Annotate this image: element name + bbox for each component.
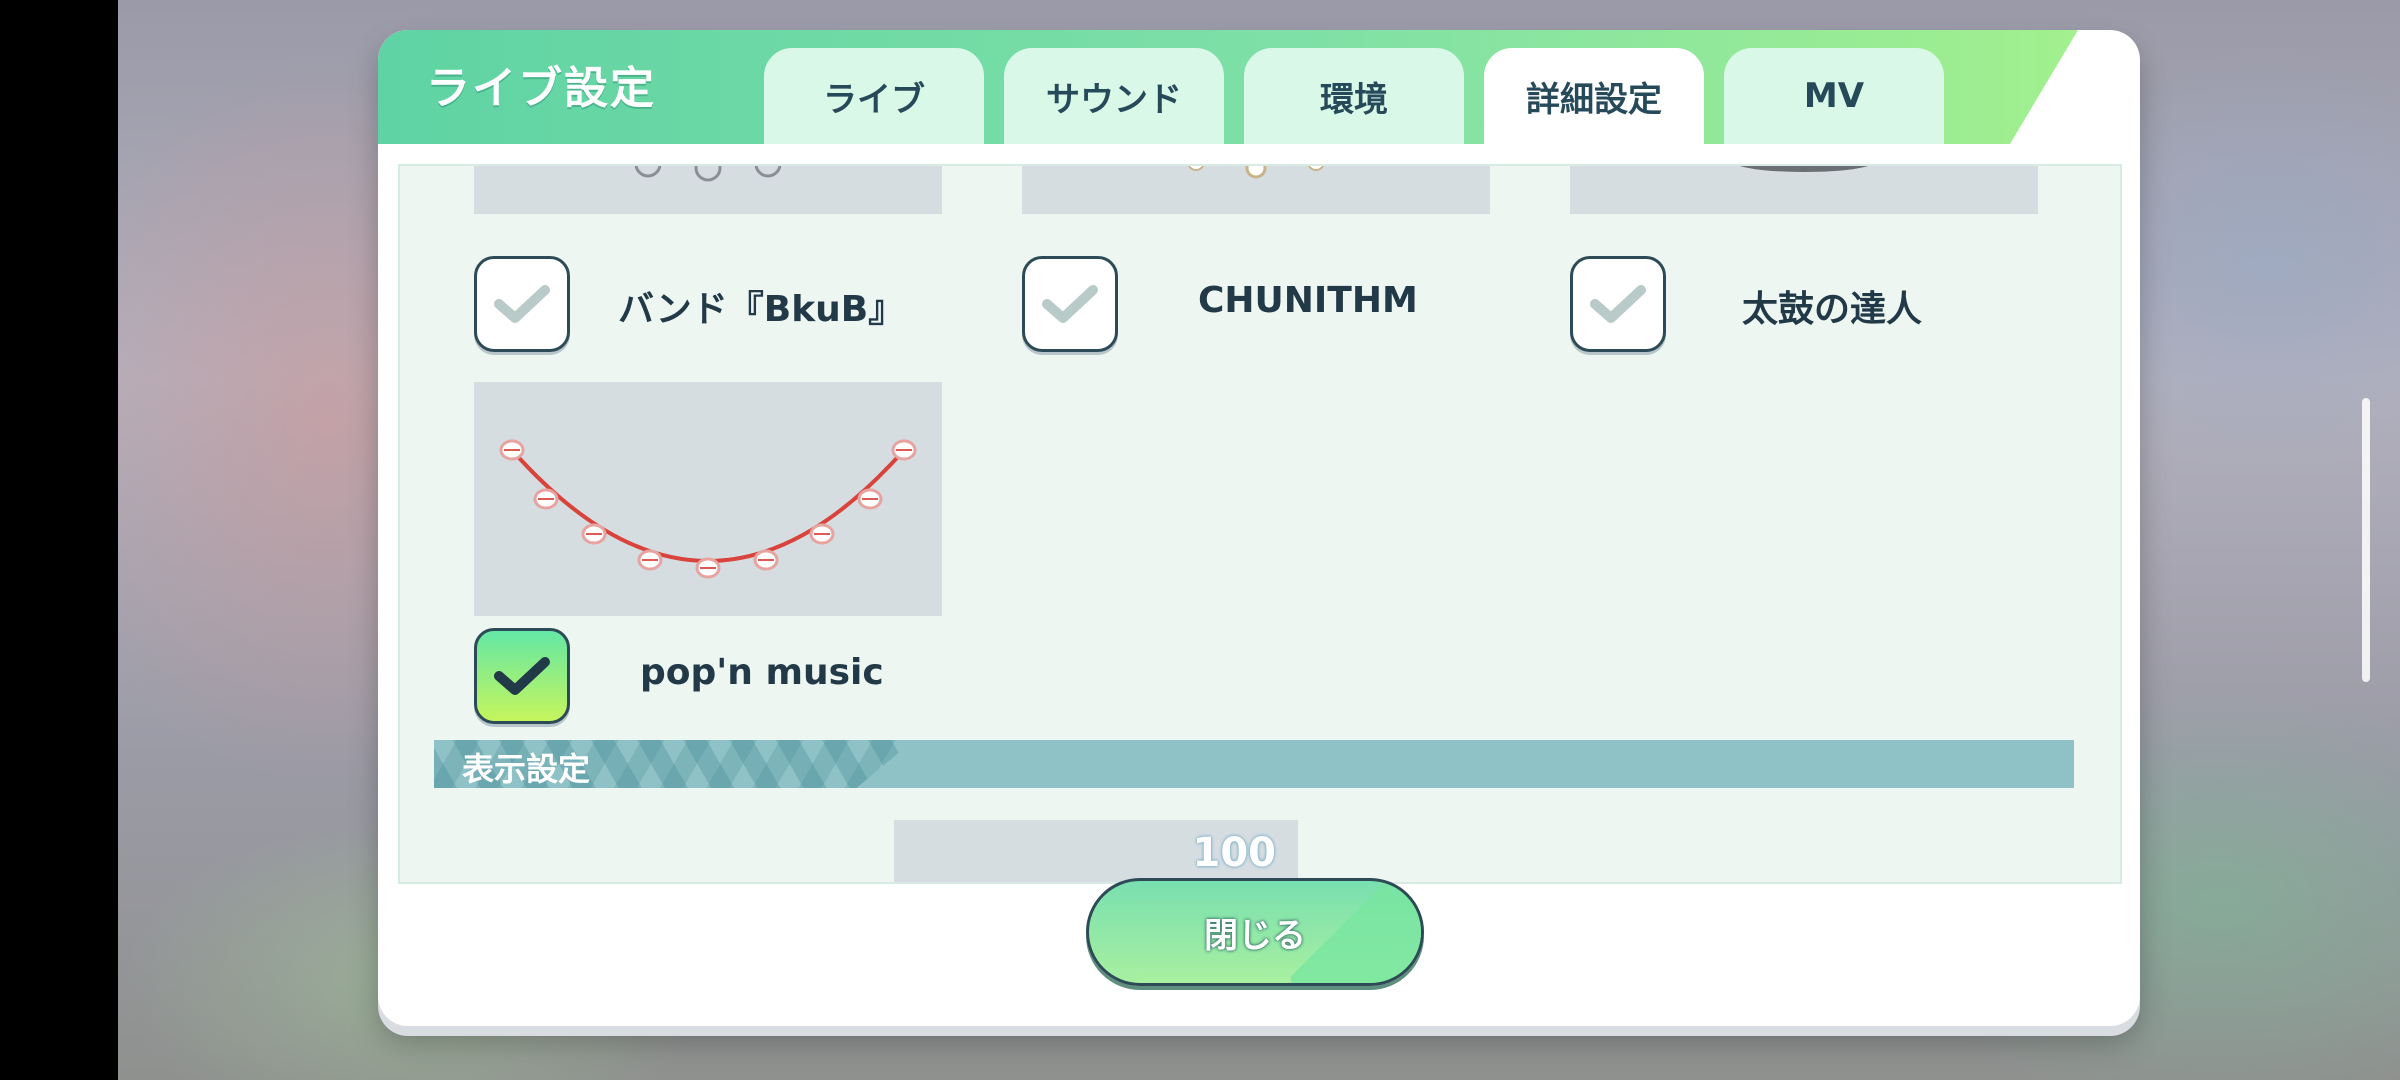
display-value-field[interactable]: 100 [894,820,1298,882]
close-x-icon [2063,63,2113,113]
live-settings-dialog: ライブ設定 ライブ サウンド 環境 詳細設定 MV バンド『BkuB』 CHUN… [378,30,2140,1026]
dialog-title: ライブ設定 [426,63,656,114]
tab-live[interactable]: ライブ [764,48,984,144]
tab-environment[interactable]: 環境 [1244,48,1464,144]
note-preview-popn [474,382,942,616]
dialog-header: ライブ設定 ライブ サウンド 環境 詳細設定 MV [378,30,2140,144]
checkbox-chunithm[interactable] [1022,256,1118,352]
display-value: 100 [1192,830,1277,876]
note-preview-chunithm [1022,166,1490,214]
close-dialog-button[interactable]: 閉じる [1086,878,1424,986]
option-label-taiko: 太鼓の達人 [1742,289,1923,330]
letterbox [0,0,118,1080]
settings-content-panel: バンド『BkuB』 CHUNITHM 太鼓の達人 pop'n music 表示設… [398,164,2122,884]
close-dialog-label: 閉じる [1204,915,1306,956]
note-preview-taiko [1570,166,2038,214]
button-shine [1291,881,1421,983]
checkbox-taiko[interactable] [1570,256,1666,352]
close-button[interactable] [2052,52,2124,124]
checkbox-bkub[interactable] [474,256,570,352]
option-label-bkub: バンド『BkuB』 [618,289,905,330]
check-icon [494,657,550,695]
option-label-chunithm: CHUNITHM [1198,280,1418,321]
check-icon [494,285,550,323]
tab-advanced-settings[interactable]: 詳細設定 [1484,48,1704,144]
display-settings-header: 表示設定 [434,740,2074,788]
note-preview-bkub [474,166,942,214]
checkbox-popn-music[interactable] [474,628,570,724]
option-label-popn-music: pop'n music [640,652,884,693]
tab-mv[interactable]: MV [1724,48,1944,144]
tab-sound[interactable]: サウンド [1004,48,1224,144]
section-title: 表示設定 [462,750,591,788]
check-icon [1042,285,1098,323]
system-scroll-indicator [2362,398,2370,682]
check-icon [1590,285,1646,323]
